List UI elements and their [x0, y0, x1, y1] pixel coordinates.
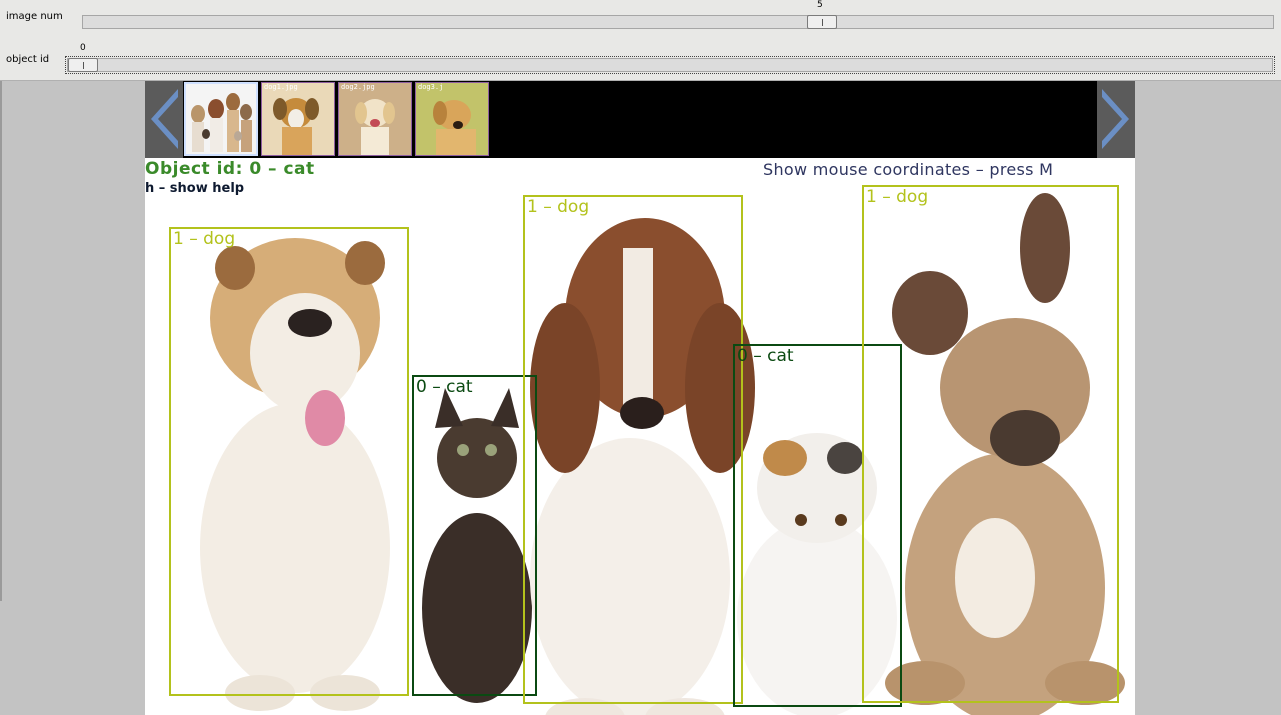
object-id-value: 0 [80, 43, 86, 53]
arrow-right-icon [1102, 89, 1129, 149]
thumbnail-strip: dog1.jpg dog2.jpg dog3.j [145, 81, 1135, 158]
bbox-label: 0 – cat [737, 346, 794, 366]
thumbnail-image [191, 93, 252, 152]
arrow-left-icon [151, 89, 178, 149]
object-id-slider[interactable] [65, 56, 1275, 74]
help-hint: h – show help [145, 181, 245, 196]
image-num-slider[interactable] [82, 15, 1274, 29]
thumbnail-2[interactable]: dog1.jpg [261, 82, 335, 156]
thumbnail-image [433, 100, 476, 155]
window-edge [0, 81, 2, 601]
object-id-label: object id [6, 54, 50, 65]
image-num-label: image num [6, 11, 63, 22]
object-id-slider-handle[interactable] [68, 58, 98, 72]
trackbar-panel: image num 5 object id 0 [0, 0, 1281, 81]
thumbnail-image [273, 98, 319, 155]
thumbnail-caption: dog1.jpg [264, 83, 298, 91]
next-button[interactable] [1097, 81, 1135, 158]
bbox-label: 1 – dog [866, 187, 929, 207]
thumbnail-1[interactable] [184, 82, 258, 156]
image-num-slider-handle[interactable] [807, 15, 837, 29]
bbox-label: 1 – dog [173, 229, 236, 249]
thumbnail-4[interactable]: dog3.j [415, 82, 489, 156]
bbox-dog[interactable]: 1 – dog [862, 185, 1119, 703]
bbox-cat[interactable]: 0 – cat [412, 375, 537, 696]
previous-button[interactable] [145, 81, 183, 158]
thumbnail-3[interactable]: dog2.jpg [338, 82, 412, 156]
bbox-dog[interactable]: 1 – dog [523, 195, 743, 704]
bbox-label: 1 – dog [527, 197, 590, 217]
image-canvas[interactable]: dog1.jpg dog2.jpg dog3.j Object id: 0 – … [145, 81, 1135, 715]
bbox-dog[interactable]: 1 – dog [169, 227, 409, 696]
mouse-coordinates-hint: Show mouse coordinates – press M [763, 160, 1054, 179]
image-num-value: 5 [817, 0, 823, 10]
thumbnail-caption: dog3.j [418, 83, 444, 91]
bbox-label: 0 – cat [416, 377, 473, 397]
object-id-status: Object id: 0 – cat [145, 159, 315, 179]
thumbnail-image [355, 99, 395, 155]
thumbnail-caption: dog2.jpg [341, 83, 375, 91]
